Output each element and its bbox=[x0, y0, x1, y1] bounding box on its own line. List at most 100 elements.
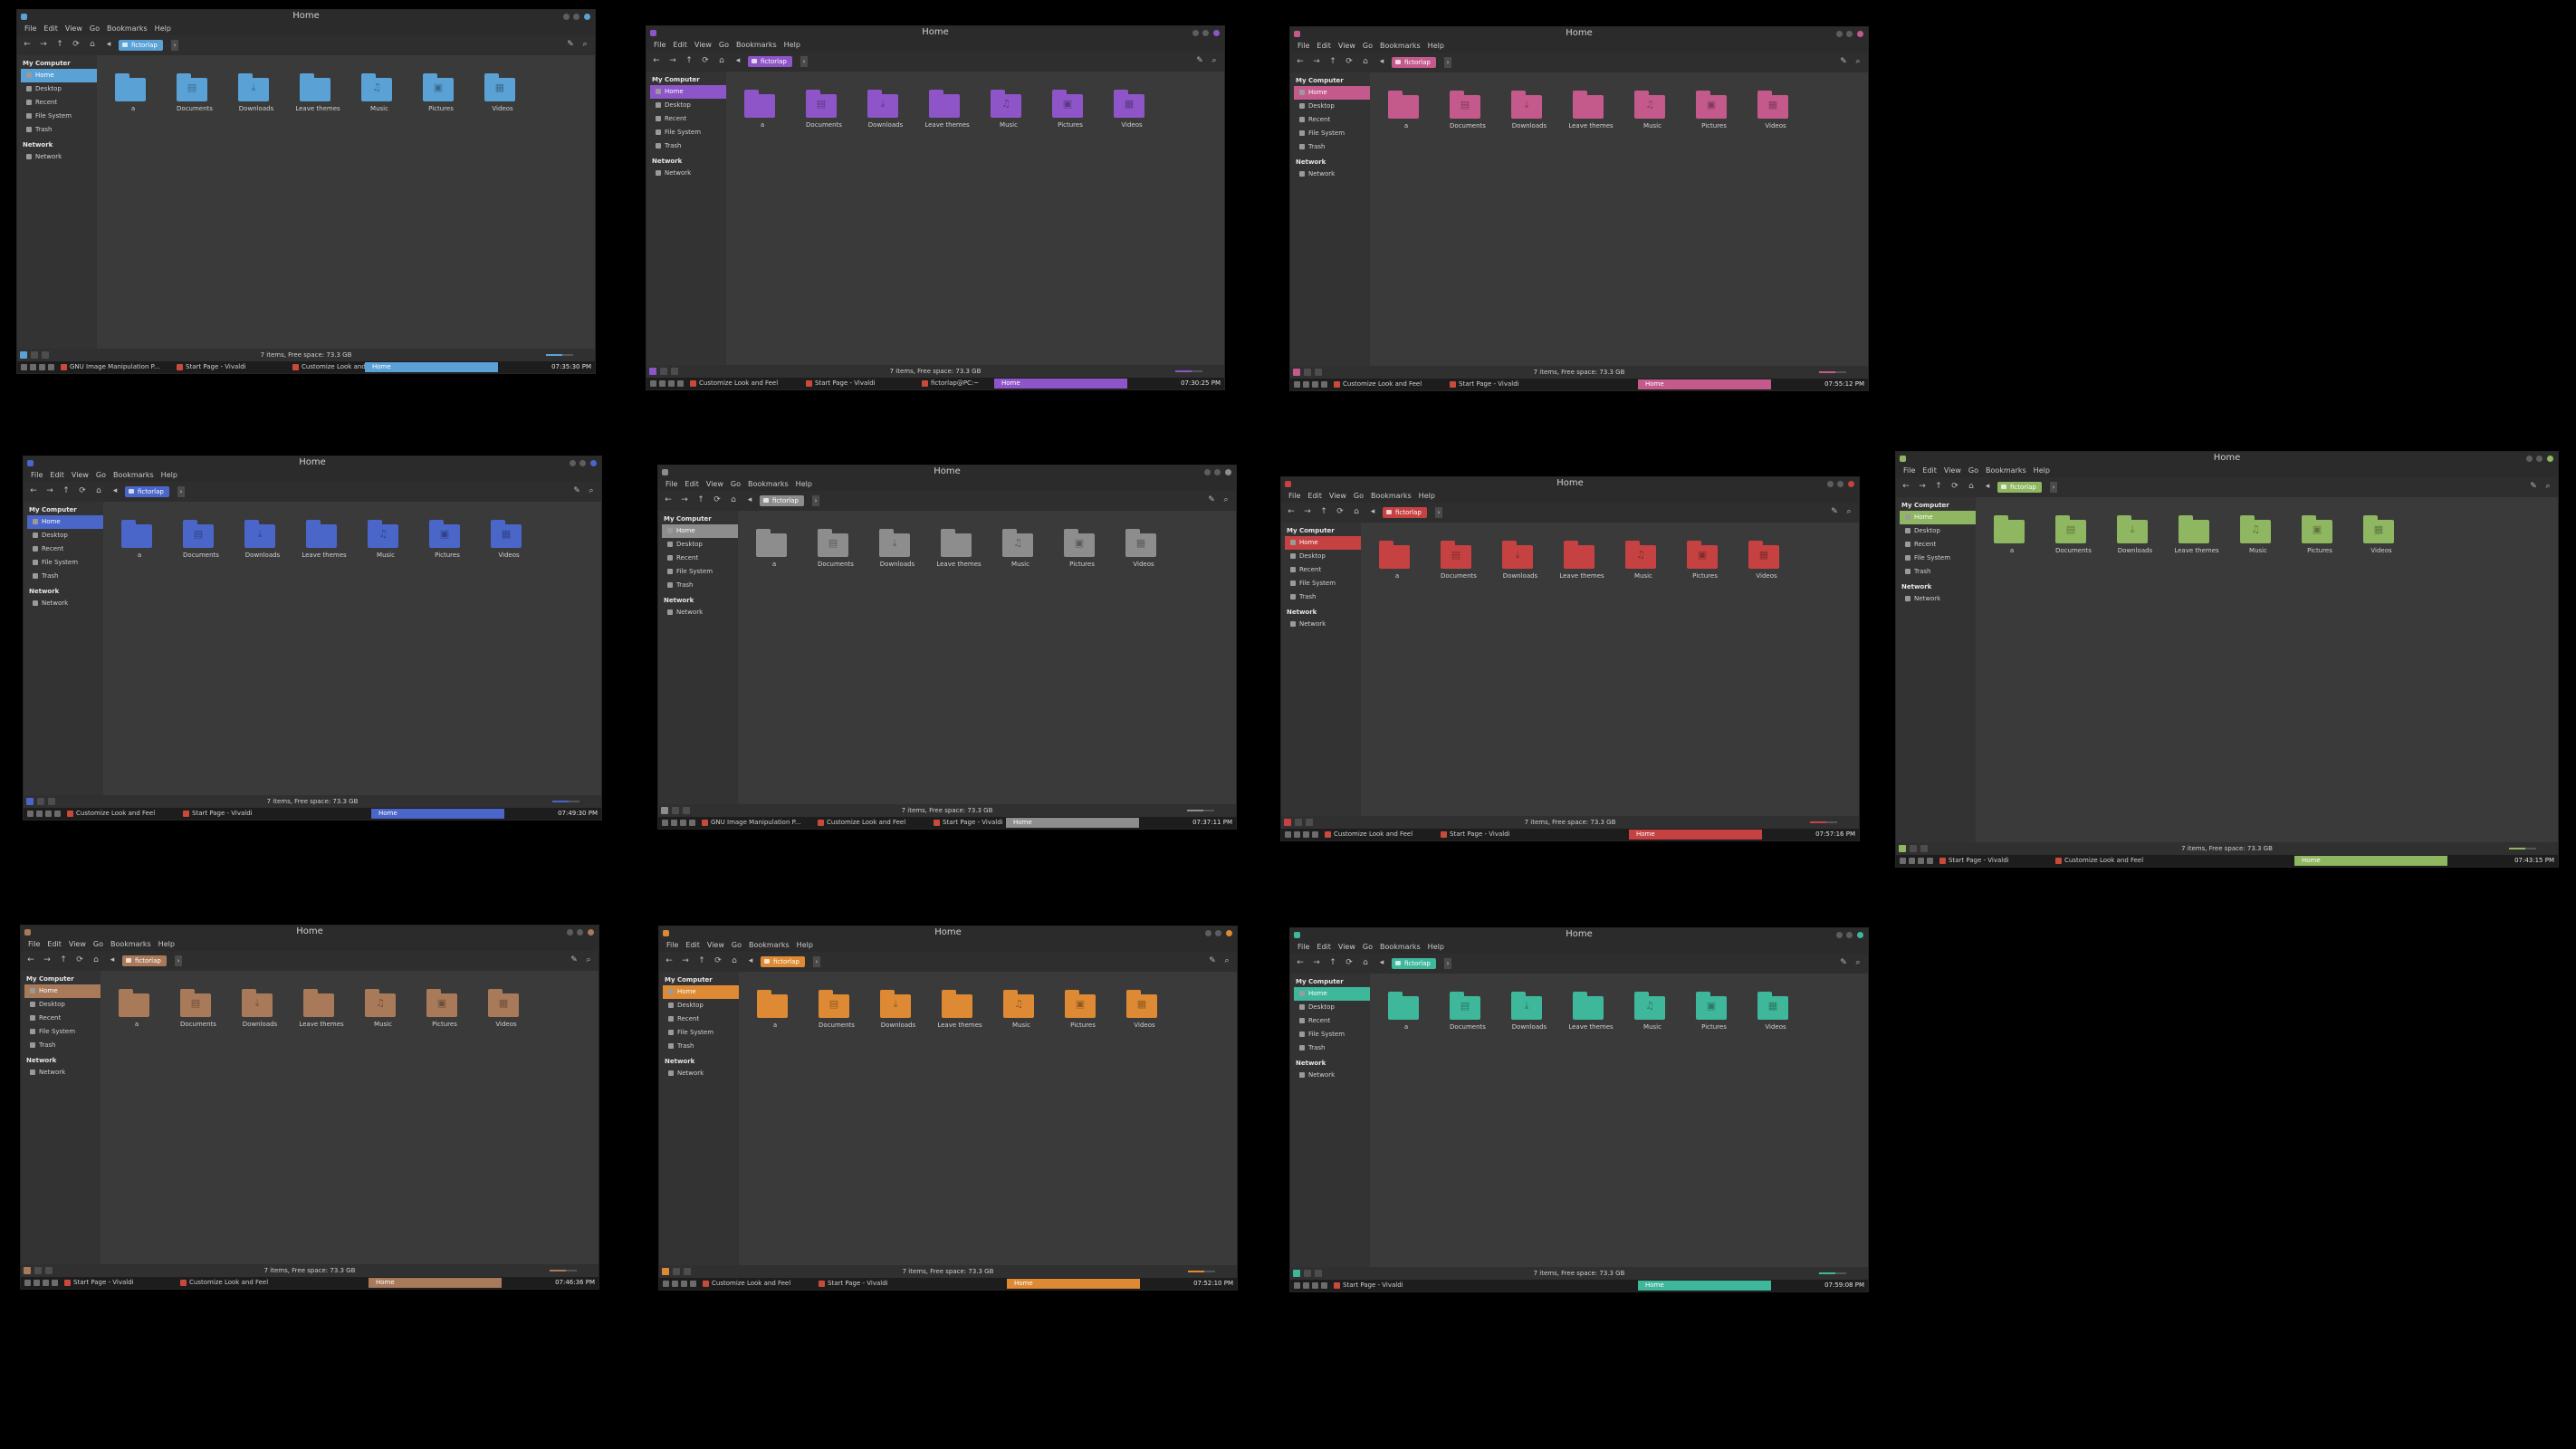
forward-icon[interactable]: → bbox=[43, 955, 52, 965]
back-icon[interactable]: ← bbox=[1287, 507, 1296, 517]
menu-item-view[interactable]: View bbox=[1338, 40, 1355, 53]
folder-item[interactable]: a bbox=[1379, 85, 1433, 139]
menu-item-bookmarks[interactable]: Bookmarks bbox=[1380, 941, 1421, 954]
folder-item[interactable]: a bbox=[748, 984, 802, 1039]
sidebar-item-trash[interactable]: Trash bbox=[24, 1039, 101, 1052]
maximize-button[interactable] bbox=[1202, 30, 1209, 36]
up-icon[interactable]: ↑ bbox=[59, 955, 68, 965]
folder-item[interactable]: ▣ Pictures bbox=[1678, 535, 1732, 590]
menu-item-bookmarks[interactable]: Bookmarks bbox=[113, 469, 154, 482]
folder-item[interactable]: a bbox=[735, 84, 790, 139]
taskbar-item-home[interactable]: Home bbox=[369, 1278, 502, 1288]
folder-item[interactable]: Leave themes bbox=[2169, 510, 2224, 564]
files-icon[interactable] bbox=[1303, 1282, 1309, 1289]
folder-item[interactable]: ▤ Documents bbox=[797, 84, 851, 139]
sidebar-item-desktop[interactable]: Desktop bbox=[1294, 100, 1370, 113]
sidebar-item-trash[interactable]: Trash bbox=[1900, 565, 1976, 579]
menu-item-view[interactable]: View bbox=[1944, 465, 1961, 477]
files-icon[interactable] bbox=[30, 364, 36, 370]
folder-item[interactable]: ♫ Music bbox=[1625, 85, 1680, 139]
up-icon[interactable]: ↑ bbox=[62, 486, 71, 496]
edit-path-icon[interactable]: ✎ bbox=[1208, 956, 1217, 966]
home-icon[interactable]: ⌂ bbox=[1967, 482, 1976, 492]
menu-item-view[interactable]: View bbox=[1338, 941, 1355, 954]
folder-item[interactable]: ⤓ Downloads bbox=[870, 523, 924, 578]
menu-item-go[interactable]: Go bbox=[719, 39, 729, 52]
maximize-button[interactable] bbox=[1837, 481, 1843, 487]
minimize-button[interactable] bbox=[1205, 930, 1211, 936]
menu-item-view[interactable]: View bbox=[694, 39, 712, 52]
edit-path-icon[interactable]: ✎ bbox=[1195, 56, 1204, 66]
taskbar-item[interactable]: Customize Look and Feel bbox=[703, 1279, 790, 1289]
menu-item-edit[interactable]: Edit bbox=[43, 23, 58, 35]
taskbar-item[interactable]: Customize Look and Feel bbox=[67, 809, 155, 819]
breadcrumb-next[interactable]: › bbox=[813, 956, 820, 967]
sidebar-item-home[interactable]: Home bbox=[663, 985, 739, 999]
location-toggle-icon[interactable]: ◂ bbox=[745, 495, 754, 505]
browser-icon[interactable] bbox=[677, 380, 684, 387]
location-toggle-icon[interactable]: ◂ bbox=[746, 956, 755, 966]
menu-icon[interactable] bbox=[1294, 1282, 1300, 1289]
files-icon[interactable] bbox=[1294, 831, 1300, 838]
folder-item[interactable]: ▦ Videos bbox=[1117, 984, 1172, 1039]
folder-item[interactable]: ▦ Videos bbox=[2354, 510, 2408, 564]
menu-item-go[interactable]: Go bbox=[1354, 490, 1364, 503]
taskbar-item[interactable]: Customize Look and Feel bbox=[1334, 379, 1422, 389]
terminal-icon[interactable] bbox=[668, 380, 675, 387]
taskbar-item[interactable]: Customize Look and Feel bbox=[1325, 830, 1412, 840]
folder-item[interactable]: Leave themes bbox=[297, 514, 351, 569]
menu-item-view[interactable]: View bbox=[65, 23, 82, 35]
search-icon[interactable]: ⌕ bbox=[1221, 495, 1231, 505]
menu-item-edit[interactable]: Edit bbox=[50, 469, 64, 482]
sidebar-item-recent[interactable]: Recent bbox=[1294, 113, 1370, 127]
browser-icon[interactable] bbox=[689, 820, 695, 826]
terminal-icon[interactable] bbox=[1918, 858, 1924, 864]
folder-item[interactable]: ⤓ Downloads bbox=[235, 514, 290, 569]
menu-item-help[interactable]: Help bbox=[2034, 465, 2050, 477]
folder-item[interactable]: ▣ Pictures bbox=[1687, 986, 1741, 1041]
menu-item-edit[interactable]: Edit bbox=[685, 478, 699, 491]
menu-item-file[interactable]: File bbox=[1298, 941, 1309, 954]
close-button[interactable] bbox=[1857, 932, 1863, 938]
sidebar-section-network[interactable]: Network bbox=[24, 587, 103, 597]
breadcrumb-current[interactable]: fictorlap bbox=[748, 56, 792, 67]
zoom-slider[interactable] bbox=[1810, 821, 1837, 823]
close-button[interactable] bbox=[1226, 930, 1232, 936]
folder-item[interactable]: ♫ Music bbox=[1616, 535, 1671, 590]
zoom-slider[interactable] bbox=[1187, 810, 1214, 811]
sidebar-section-computer[interactable]: My Computer bbox=[21, 974, 101, 984]
sidebar-section-network[interactable]: Network bbox=[659, 1057, 739, 1067]
up-icon[interactable]: ↑ bbox=[1328, 958, 1337, 968]
menu-item-bookmarks[interactable]: Bookmarks bbox=[110, 938, 151, 951]
folder-item[interactable]: ▣ Pictures bbox=[420, 514, 474, 569]
taskbar-item[interactable]: Start Page - Vivaldi bbox=[934, 818, 1003, 828]
maximize-button[interactable] bbox=[1846, 31, 1853, 37]
browser-icon[interactable] bbox=[1927, 858, 1933, 864]
zoom-slider[interactable] bbox=[546, 354, 573, 356]
home-icon[interactable]: ⌂ bbox=[1361, 958, 1370, 968]
search-icon[interactable]: ⌕ bbox=[587, 486, 596, 496]
back-icon[interactable]: ← bbox=[29, 486, 38, 496]
up-icon[interactable]: ↑ bbox=[1934, 482, 1943, 492]
maximize-button[interactable] bbox=[2536, 456, 2542, 462]
zoom-slider[interactable] bbox=[1819, 371, 1846, 373]
sidebar-item-network[interactable]: Network bbox=[650, 167, 726, 180]
back-icon[interactable]: ← bbox=[1296, 958, 1305, 968]
breadcrumb-current[interactable]: fictorlap bbox=[1392, 57, 1436, 68]
home-icon[interactable]: ⌂ bbox=[94, 486, 103, 496]
up-icon[interactable]: ↑ bbox=[1328, 57, 1337, 67]
back-icon[interactable]: ← bbox=[652, 56, 661, 66]
forward-icon[interactable]: → bbox=[1312, 958, 1321, 968]
sidebar-item-trash[interactable]: Trash bbox=[650, 139, 726, 153]
menu-item-edit[interactable]: Edit bbox=[1317, 941, 1331, 954]
taskbar-item-home[interactable]: Home bbox=[1007, 1279, 1140, 1289]
menu-item-bookmarks[interactable]: Bookmarks bbox=[736, 39, 777, 52]
folder-item[interactable]: ▦ Videos bbox=[1748, 85, 1803, 139]
folder-item[interactable]: ▤ Documents bbox=[174, 514, 228, 569]
breadcrumb-next[interactable]: › bbox=[2050, 482, 2057, 493]
folder-item[interactable]: ♫ Music bbox=[994, 984, 1049, 1039]
sidebar-section-computer[interactable]: My Computer bbox=[1290, 977, 1370, 987]
sidebar-section-computer[interactable]: My Computer bbox=[24, 505, 103, 515]
forward-icon[interactable]: → bbox=[1303, 507, 1312, 517]
taskbar-item[interactable]: Start Page - Vivaldi bbox=[1939, 856, 2009, 866]
